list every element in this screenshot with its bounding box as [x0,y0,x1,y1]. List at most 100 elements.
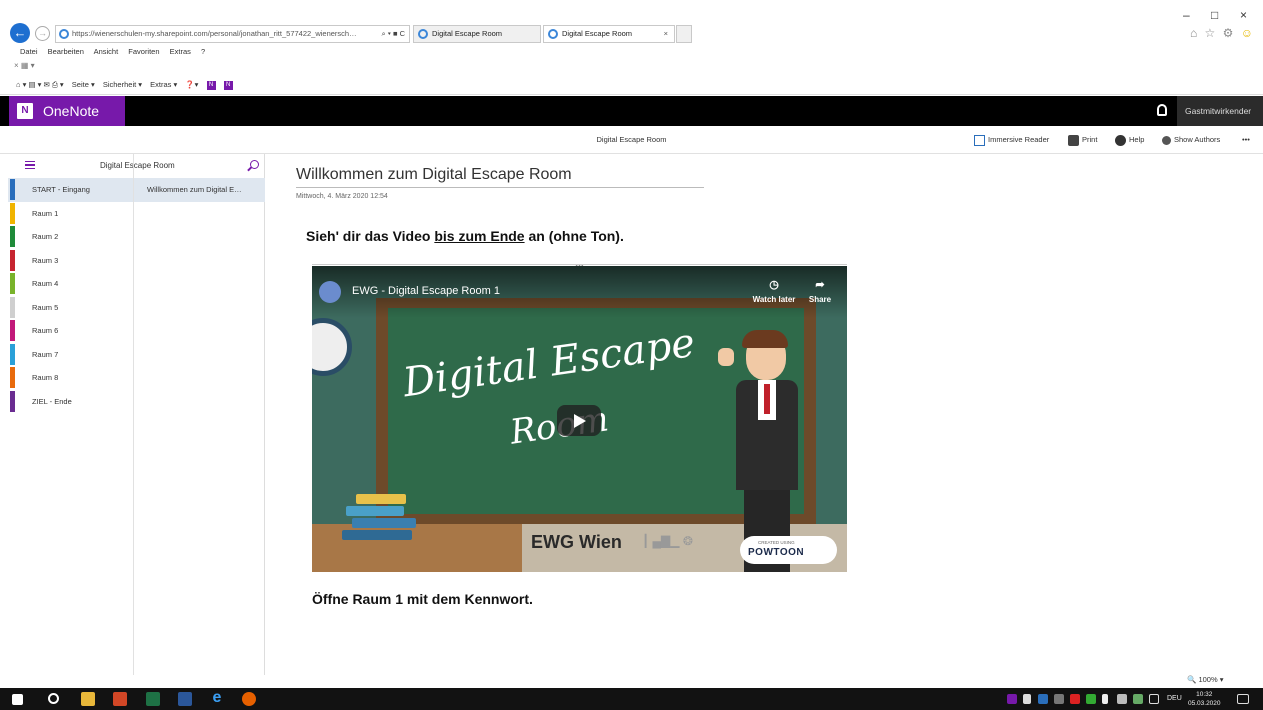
section-color-bar [10,203,15,224]
section-raum-3[interactable]: Raum 3 [8,249,133,273]
help-icon[interactable]: ❓▾ [185,80,198,89]
embedded-video[interactable]: Digital Escape Room EWG Wien ┃ ▄▇▁ ❂ CRE… [312,266,847,572]
section-raum-6[interactable]: Raum 6 [8,319,133,343]
menu-datei[interactable]: Datei [20,47,38,56]
share-label: Share [808,295,832,304]
section-raum-1[interactable]: Raum 1 [8,202,133,226]
instruction-text-end: an (ohne Ton). [524,228,624,244]
volume-icon[interactable] [1149,694,1159,704]
guest-user-label[interactable]: Gastmitwirkender [1177,96,1263,126]
tray-icon[interactable] [1038,694,1048,704]
new-tab-button[interactable] [676,25,692,43]
hamburger-menu-icon[interactable] [25,161,35,169]
section-color-bar [10,320,15,341]
powerpoint-icon[interactable] [113,692,127,706]
home-star-gear-icons[interactable]: ⌂ ☆ ⚙ [1190,26,1235,40]
channel-avatar[interactable] [319,281,341,303]
menu-bearbeiten[interactable]: Bearbeiten [48,47,84,56]
section-start-eingang[interactable]: START - Eingang [8,178,133,202]
zoom-level[interactable]: 🔍 100% ▾ [1187,675,1223,684]
print-button[interactable]: Print [1068,126,1097,154]
instruction-watch-video[interactable]: Sieh' dir das Video bis zum Ende an (ohn… [306,228,624,244]
section-raum-8[interactable]: Raum 8 [8,366,133,390]
section-ziel-ende[interactable]: ZIEL - Ende [8,390,133,414]
search-icon[interactable] [250,160,259,169]
favorites-row[interactable]: × ▦ ▾ [14,61,35,70]
tray-icon[interactable] [1023,694,1031,704]
cmd-sicherheit[interactable]: Sicherheit ▾ [103,80,142,89]
menu-bar: Datei Bearbeiten Ansicht Favoriten Extra… [20,47,213,56]
more-options-icon[interactable]: ••• [1242,126,1250,154]
menu-extras[interactable]: Extras [170,47,191,56]
maximize-button[interactable]: □ [1211,8,1218,22]
share-button[interactable]: ➦ Share [805,278,835,304]
excel-icon[interactable] [146,692,160,706]
windows-start-icon[interactable] [12,694,23,705]
input-language[interactable]: DEU [1167,688,1182,710]
section-raum-5[interactable]: Raum 5 [8,296,133,320]
section-color-bar [10,344,15,365]
section-raum-2[interactable]: Raum 2 [8,225,133,249]
address-bar[interactable]: https://wienerschulen-my.sharepoint.com/… [55,25,410,43]
smiley-icon[interactable]: ☺ [1241,26,1255,40]
immersive-reader-button[interactable]: Immersive Reader [974,126,1049,154]
action-center-icon[interactable] [1237,694,1249,704]
file-explorer-icon[interactable] [81,692,95,706]
browser-tab-1[interactable]: Digital Escape Room [413,25,541,43]
section-label: Raum 5 [32,303,59,312]
internet-explorer-icon[interactable]: e [210,690,224,706]
tray-icon[interactable] [1054,694,1064,704]
firefox-icon[interactable] [242,692,256,706]
section-raum-4[interactable]: Raum 4 [8,272,133,296]
notification-bell-icon[interactable] [1157,104,1167,116]
help-button[interactable]: Help [1115,126,1144,154]
minimize-button[interactable]: – [1183,8,1190,22]
address-url: https://wienerschulen-my.sharepoint.com/… [72,29,357,38]
video-title[interactable]: EWG - Digital Escape Room 1 [352,285,500,297]
section-color-bar [10,273,15,294]
section-raum-7[interactable]: Raum 7 [8,343,133,367]
taskbar-clock[interactable]: 10:32 05.03.2020 [1188,690,1221,708]
teacher-hand [718,348,734,366]
search-icon[interactable] [48,693,59,704]
browser-tab-2[interactable]: Digital Escape Room × [543,25,675,43]
network-icon[interactable] [1117,694,1127,704]
cmd-seite[interactable]: Seite ▾ [72,80,95,89]
onenote-icon[interactable]: N [206,80,216,90]
tray-icon[interactable] [1070,694,1080,704]
close-window-button[interactable]: × [1240,8,1247,22]
favorites-icons[interactable]: ⌂ ☆ ⚙ ☺ [1190,26,1255,40]
play-button-icon[interactable] [557,405,601,436]
section-color-bar [10,226,15,247]
books-illustration [342,494,420,546]
onenote-tray-icon[interactable] [1007,694,1017,704]
browser-chrome: ← → https://wienerschulen-my.sharepoint.… [0,0,1263,95]
menu-ansicht[interactable]: Ansicht [94,47,119,56]
page-title[interactable]: Willkommen zum Digital Escape Room [296,166,572,184]
watch-later-button[interactable]: ◷ Watch later [749,278,799,304]
page-item-willkommen[interactable]: Willkommen zum Digital E… [134,178,265,202]
show-authors-button[interactable]: Show Authors [1162,126,1220,154]
word-icon[interactable] [178,692,192,706]
instruction-open-room[interactable]: Öffne Raum 1 mit dem Kennwort. [312,591,533,607]
browser-tab-label: Digital Escape Room [432,29,503,38]
address-tools-icons[interactable]: ⌕ ▾ ■ C [381,26,405,42]
menu-favoriten[interactable]: Favoriten [128,47,159,56]
windows-taskbar: e DEU 10:32 05.03.2020 [0,688,1263,710]
command-bar-icons[interactable]: ⌂ ▾ ▤ ▾ ✉ ⎙ ▾ [16,80,64,89]
taskbar-date: 05.03.2020 [1188,700,1221,707]
forward-button[interactable]: → [35,26,50,41]
tray-icon[interactable] [1133,694,1143,704]
onenote-brand[interactable]: N OneNote [9,96,125,126]
pane-divider [133,154,134,675]
back-button[interactable]: ← [10,23,30,43]
ewg-wien-logo: EWG Wien [531,532,622,552]
tray-icon[interactable] [1086,694,1096,704]
onenote-send-icon[interactable]: N [223,80,233,90]
onenote-app-bar: N OneNote Gastmitwirkender [0,96,1263,126]
speaker-arrow-icon[interactable] [1102,694,1108,704]
app-name: OneNote [43,103,100,119]
cmd-extras[interactable]: Extras ▾ [150,80,177,89]
menu-help[interactable]: ? [201,47,205,56]
tab-close-icon[interactable]: × [664,26,668,42]
